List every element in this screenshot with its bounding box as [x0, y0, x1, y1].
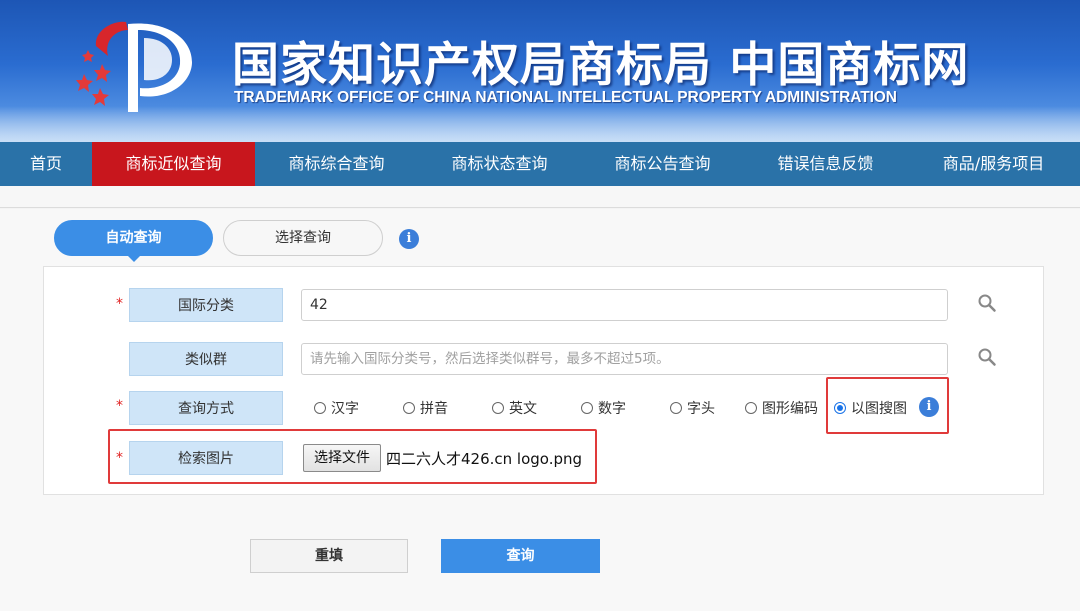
nav-item-similar-search[interactable]: 商标近似查询	[92, 142, 255, 186]
radio-label: 汉字	[331, 401, 359, 417]
search-icon[interactable]	[977, 347, 997, 367]
intl-class-label: 国际分类	[129, 288, 283, 322]
radio-pinyin[interactable]: 拼音	[403, 399, 448, 419]
highlight-box-search-image	[108, 429, 597, 484]
radio-figure-code[interactable]: 图形编码	[745, 399, 818, 419]
required-mark: *	[116, 398, 123, 414]
intl-class-input[interactable]: 42	[301, 289, 948, 321]
radio-hanzi[interactable]: 汉字	[314, 399, 359, 419]
nav-item-error-feedback[interactable]: 错误信息反馈	[744, 142, 907, 186]
main-nav: 首页 商标近似查询 商标综合查询 商标状态查询 商标公告查询 错误信息反馈 商品…	[0, 142, 1080, 186]
info-icon[interactable]: i	[399, 229, 419, 249]
similar-group-placeholder: 请先输入国际分类号，然后选择类似群号，最多不超过5项。	[310, 351, 670, 367]
radio-initial[interactable]: 字头	[670, 399, 715, 419]
radio-button[interactable]	[492, 402, 504, 414]
similar-group-input[interactable]: 请先输入国际分类号，然后选择类似群号，最多不超过5项。	[301, 343, 948, 375]
radio-label: 字头	[687, 401, 715, 417]
nav-item-status-search[interactable]: 商标状态查询	[418, 142, 581, 186]
intl-class-value: 42	[310, 297, 328, 313]
nav-item-comprehensive-search[interactable]: 商标综合查询	[255, 142, 418, 186]
radio-label: 英文	[509, 401, 537, 417]
required-mark: *	[116, 296, 123, 312]
radio-button[interactable]	[745, 402, 757, 414]
reset-button[interactable]: 重填	[250, 539, 408, 573]
active-tab-indicator	[127, 255, 141, 262]
search-button[interactable]: 查询	[441, 539, 600, 573]
site-title-cn: 国家知识产权局商标局 中国商标网	[232, 38, 970, 93]
nav-item-announcement-search[interactable]: 商标公告查询	[581, 142, 744, 186]
divider-band	[0, 186, 1080, 208]
radio-label: 图形编码	[762, 401, 818, 417]
radio-label: 数字	[598, 401, 626, 417]
tab-select-search[interactable]: 选择查询	[223, 220, 383, 256]
nav-item-goods-services[interactable]: 商品/服务项目	[907, 142, 1080, 186]
nav-item-home[interactable]: 首页	[0, 142, 92, 186]
radio-number[interactable]: 数字	[581, 399, 626, 419]
header-banner: 国家知识产权局商标局 中国商标网 TRADEMARK OFFICE OF CHI…	[0, 0, 1080, 142]
radio-label: 拼音	[420, 401, 448, 417]
radio-button[interactable]	[670, 402, 682, 414]
query-method-label: 查询方式	[129, 391, 283, 425]
search-icon[interactable]	[977, 293, 997, 313]
similar-group-label: 类似群	[129, 342, 283, 376]
radio-button[interactable]	[403, 402, 415, 414]
radio-button[interactable]	[314, 402, 326, 414]
tab-auto-search[interactable]: 自动查询	[54, 220, 213, 256]
site-title-en: TRADEMARK OFFICE OF CHINA NATIONAL INTEL…	[234, 89, 897, 106]
radio-button[interactable]	[581, 402, 593, 414]
cnipa-emblem-icon	[76, 21, 192, 113]
highlight-box-image-search	[826, 377, 949, 434]
radio-english[interactable]: 英文	[492, 399, 537, 419]
